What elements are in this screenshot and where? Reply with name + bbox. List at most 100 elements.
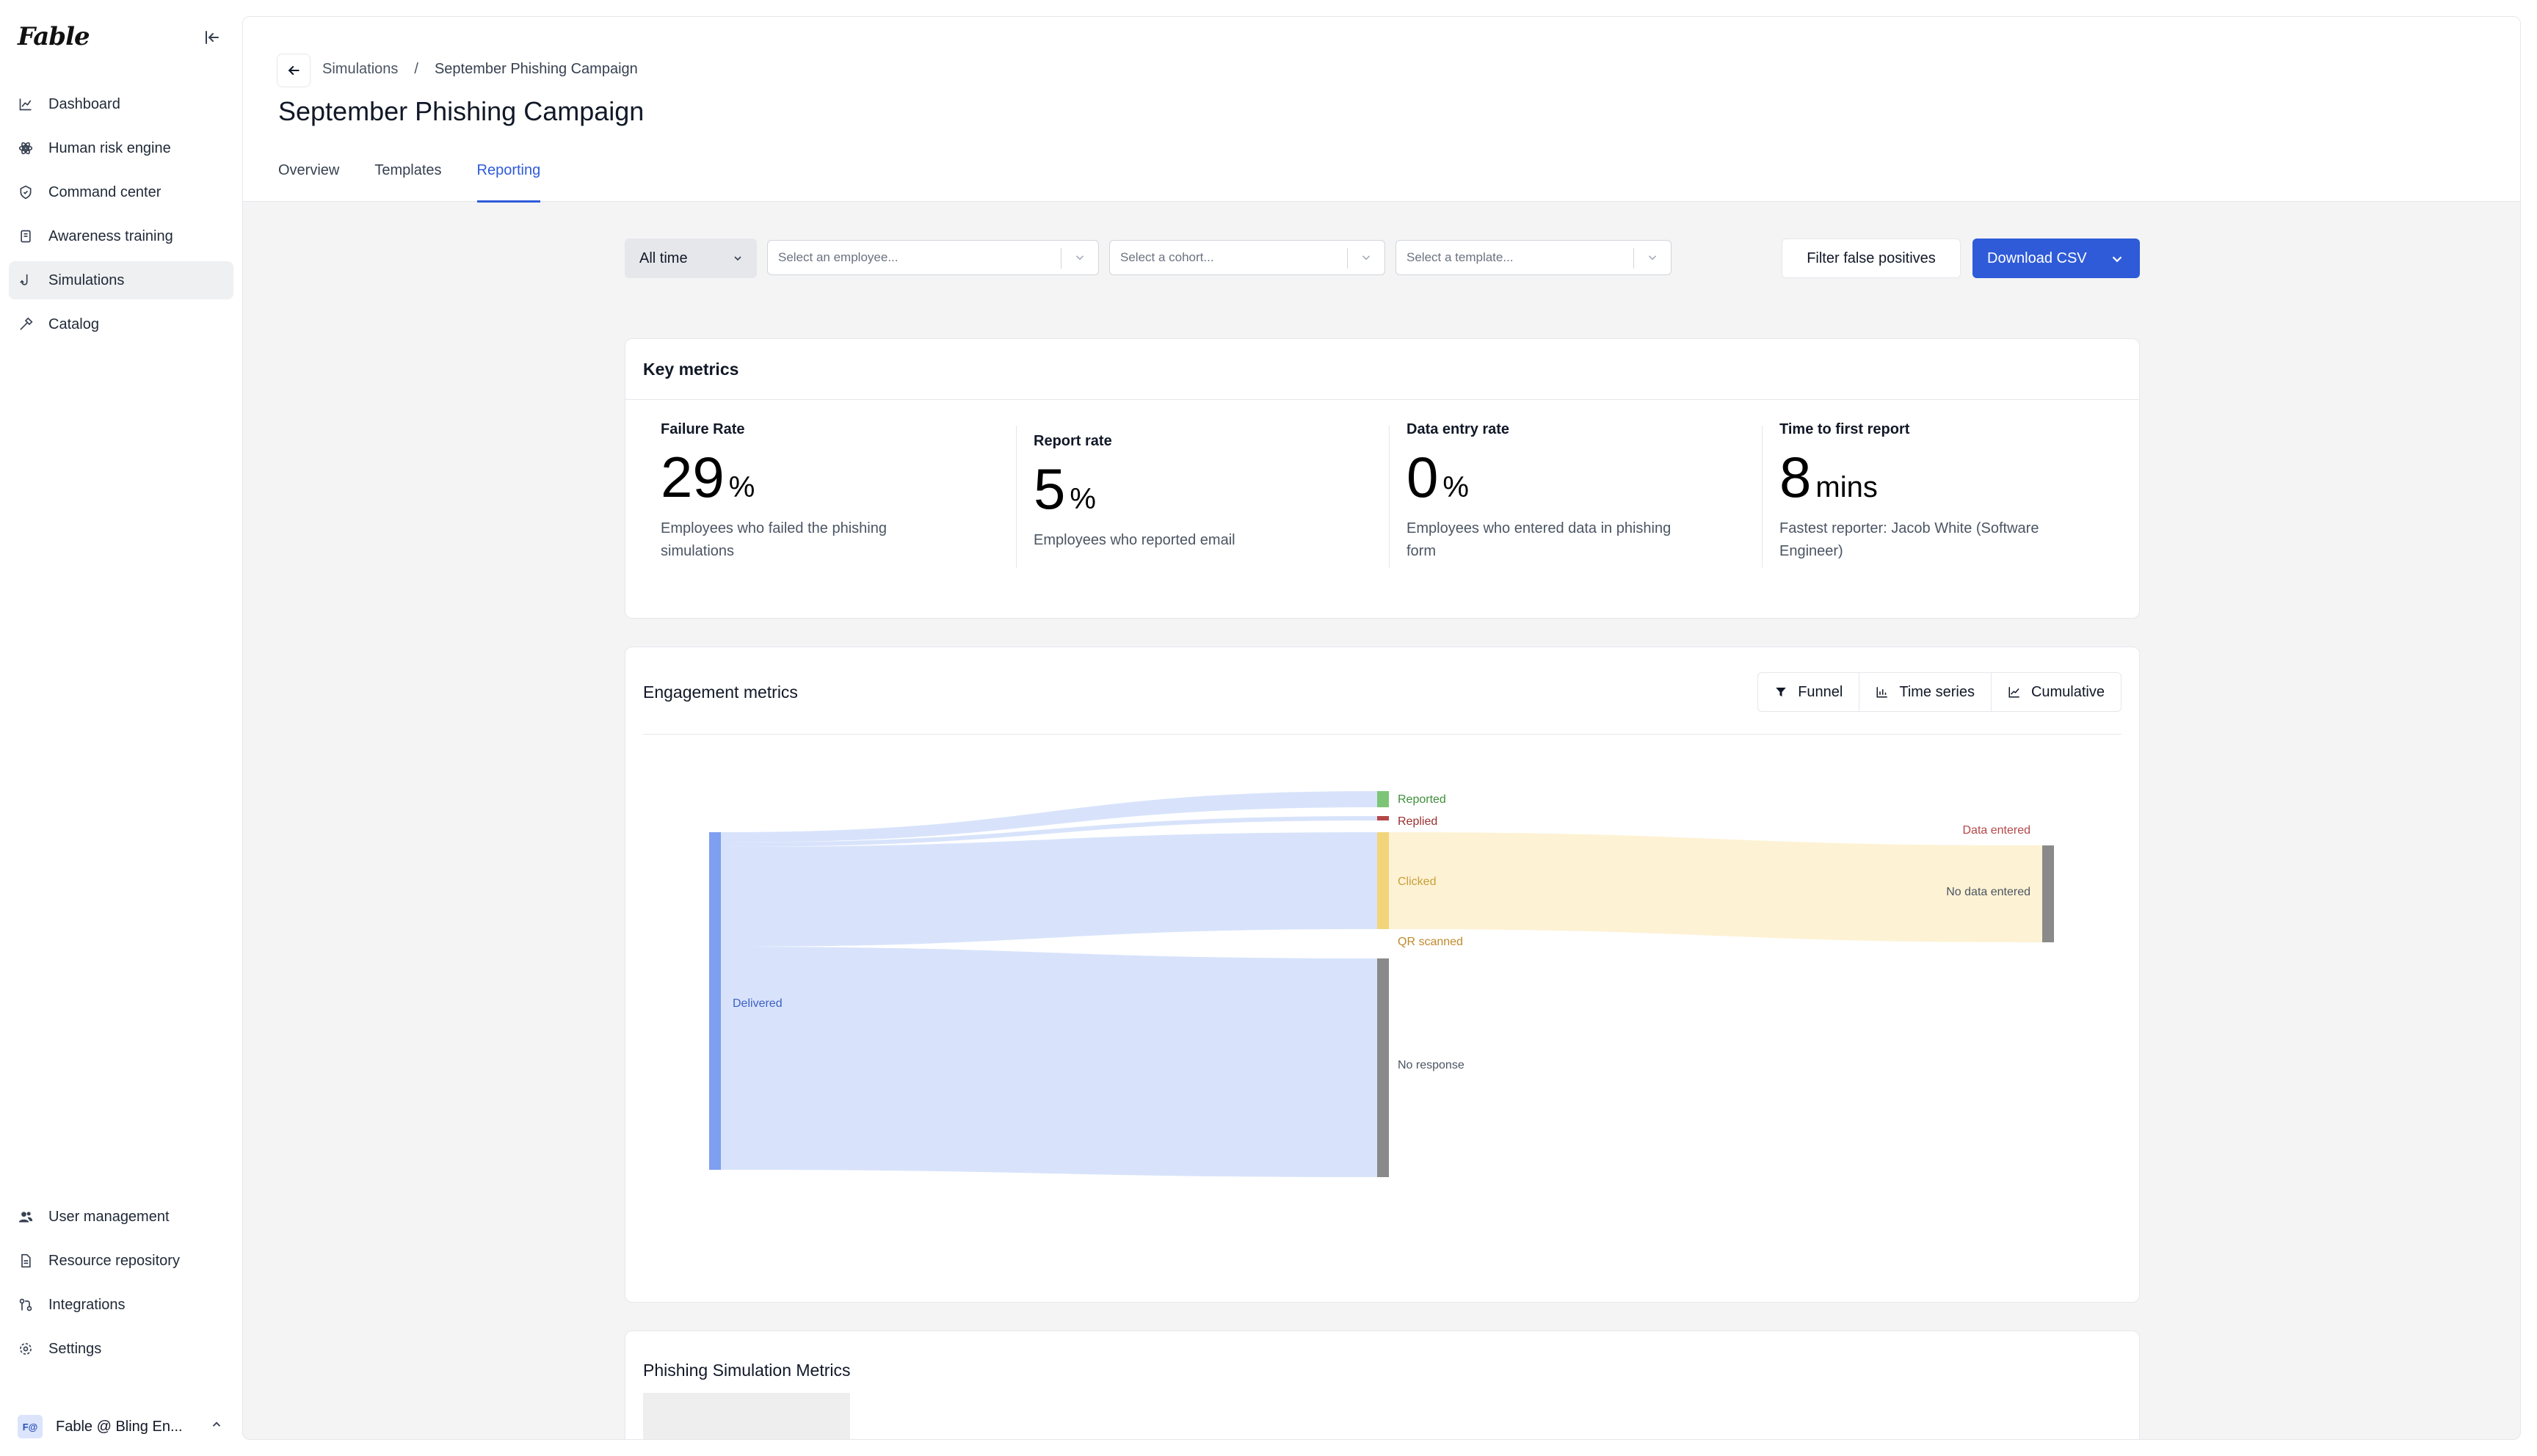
sidebar-item-label: Simulations [48, 272, 125, 288]
collapse-left-icon [206, 31, 219, 44]
sidebar: Fable Dashboard Human risk engine Comman… [0, 0, 236, 1456]
sankey-label-replied: Replied [1398, 815, 1437, 828]
metric-description: Employees who entered data in phishing f… [1407, 520, 1672, 559]
main-panel: Simulations / September Phishing Campaig… [242, 16, 2521, 1440]
sankey-link-delivered-to-clicked [721, 832, 1377, 947]
key-metrics-title: Key metrics [643, 360, 739, 379]
file-icon [18, 1253, 34, 1269]
sidebar-item-label: Human risk engine [48, 139, 171, 156]
sidebar-item-label: Resource repository [48, 1252, 180, 1269]
sankey-link-delivered-to-no-response [721, 947, 1377, 1177]
sankey-node-no-data-entered [2042, 845, 2054, 942]
sidebar-item-resource-repository[interactable]: Resource repository [9, 1242, 233, 1280]
chevron-up-icon [210, 1418, 223, 1435]
column-header[interactable]: Email Delivered [643, 1393, 850, 1439]
account-switcher[interactable]: F@ Fable @ Bling En... [18, 1413, 231, 1440]
sankey-node-delivered [709, 832, 721, 1170]
chevron-down-icon [1073, 251, 1086, 268]
gear-icon [18, 1341, 34, 1357]
tab-reporting[interactable]: Reporting [476, 161, 540, 203]
metric-description: Fastest reporter: Jacob White (Software … [1779, 520, 2039, 559]
arrow-left-icon [288, 65, 300, 76]
column-header[interactable]: Reported [1050, 1393, 1248, 1439]
page-header: Simulations / September Phishing Campaig… [243, 17, 2520, 203]
sankey-label-no-data-entered: No data entered [1946, 886, 2030, 898]
sidebar-item-simulations[interactable]: Simulations [9, 261, 233, 299]
tab-templates[interactable]: Templates [374, 161, 441, 202]
atom-icon [18, 140, 34, 156]
column-header[interactable]: Watched Training [1900, 1393, 2120, 1439]
sidebar-item-label: Command center [48, 183, 161, 200]
metric-data-entry-rate: Data entry rate 0% Employees who entered… [1389, 421, 1756, 583]
sankey-node-no-response [1377, 958, 1389, 1177]
metric-label: Data entry rate [1407, 421, 1510, 437]
metric-label: Report rate [1034, 433, 1112, 449]
chart-line-icon [18, 96, 34, 112]
column-header[interactable]: Opened Attachments [1644, 1393, 1900, 1439]
sankey-label-data-entered: Data entered [1962, 824, 2030, 837]
tab-bar: Overview Templates Reporting [278, 161, 540, 203]
column-header[interactable]: Data Entered [1248, 1393, 1446, 1439]
metric-unit: % [728, 471, 755, 503]
template-select[interactable]: Select a template... [1395, 240, 1672, 275]
sidebar-item-label: Dashboard [48, 95, 120, 112]
metric-unit: % [1442, 471, 1469, 503]
phishing-simulation-metrics-card: Phishing Simulation Metrics Email Delive… [625, 1331, 2140, 1439]
sidebar-item-settings[interactable]: Settings [9, 1330, 233, 1368]
filter-bar: All time Select an employee... Select a … [625, 239, 2140, 278]
sidebar-item-command-center[interactable]: Command center [9, 173, 233, 211]
employee-select[interactable]: Select an employee... [767, 240, 1099, 275]
metric-failure-rate: Failure Rate 29% Employees who failed th… [661, 421, 1010, 583]
page-title: September Phishing Campaign [278, 96, 645, 126]
sidebar-nav-bottom: User management Resource repository Inte… [9, 1198, 233, 1374]
chevron-down-icon [732, 252, 744, 269]
column-header[interactable]: Links Clicked [850, 1393, 1050, 1439]
column-header[interactable]: Replied [1446, 1393, 1644, 1439]
metric-description: Employees who failed the phishing simula… [661, 520, 887, 559]
collapse-sidebar-button[interactable] [201, 26, 223, 48]
metrics-table-header: Email Delivered Links Clicked Reported D… [643, 1393, 2120, 1439]
sankey-label-reported: Reported [1398, 793, 1446, 806]
sankey-label-delivered: Delivered [733, 997, 783, 1010]
sidebar-item-dashboard[interactable]: Dashboard [9, 85, 233, 123]
breadcrumb-separator: / [414, 61, 418, 77]
sidebar-item-label: Catalog [48, 316, 99, 332]
metric-unit: mins [1815, 471, 1878, 503]
metric-description: Employees who reported email [1034, 532, 1235, 548]
time-range-select[interactable]: All time [625, 239, 757, 278]
sidebar-item-human-risk-engine[interactable]: Human risk engine [9, 129, 233, 167]
avatar: F@ [18, 1415, 43, 1438]
metric-value: 8 [1779, 445, 1812, 509]
phishing-metrics-title: Phishing Simulation Metrics [643, 1361, 851, 1380]
engagement-sankey-chart: Delivered Reported Replied Clicked QR scanne… [709, 791, 2054, 1177]
fable-logo[interactable]: Fable [18, 22, 90, 51]
sidebar-item-label: Settings [48, 1340, 102, 1357]
cohort-select-placeholder: Select a cohort... [1120, 250, 1214, 264]
git-pull-icon [18, 1297, 34, 1313]
hammer-icon [18, 316, 34, 332]
metric-unit: % [1070, 483, 1096, 515]
employee-select-placeholder: Select an employee... [778, 250, 899, 264]
breadcrumb-current: September Phishing Campaign [434, 61, 638, 77]
download-csv-button[interactable]: Download CSV [1972, 239, 2140, 278]
sankey-node-replied [1377, 816, 1389, 820]
sidebar-item-integrations[interactable]: Integrations [9, 1286, 233, 1324]
metric-report-rate: Report rate 5% Employees who reported em… [1016, 426, 1383, 594]
sankey-link-clicked-to-no-data-entered [1389, 832, 2042, 942]
metric-time-to-first-report: Time to first report 8 mins Fastest repor… [1762, 421, 2129, 583]
engagement-metrics-card: Engagement metrics Funnel Time series Cu… [625, 647, 2140, 1303]
breadcrumb-parent[interactable]: Simulations [322, 61, 398, 78]
back-button[interactable] [277, 54, 311, 87]
sidebar-item-awareness-training[interactable]: Awareness training [9, 217, 233, 255]
metric-label: Failure Rate [661, 421, 745, 437]
metric-value: 0 [1407, 445, 1439, 509]
sidebar-item-user-management[interactable]: User management [9, 1198, 233, 1236]
sankey-node-clicked [1377, 832, 1389, 929]
sidebar-item-catalog[interactable]: Catalog [9, 305, 233, 343]
metric-value: 29 [661, 445, 725, 509]
filter-false-positives-button[interactable]: Filter false positives [1782, 239, 1961, 278]
cohort-select[interactable]: Select a cohort... [1109, 240, 1385, 275]
sidebar-item-label: Integrations [48, 1296, 126, 1313]
book-icon [18, 228, 34, 244]
tab-overview[interactable]: Overview [278, 161, 339, 202]
